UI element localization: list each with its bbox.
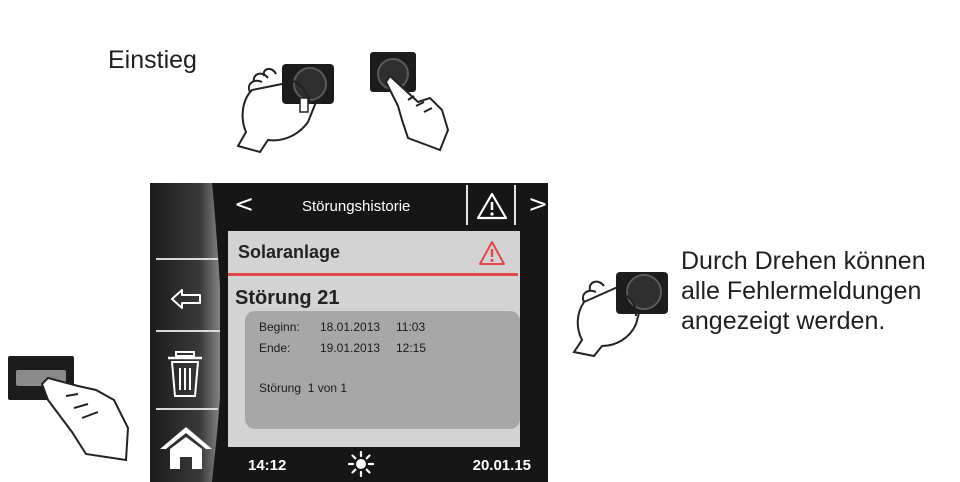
begin-time: 11:03 — [396, 320, 426, 334]
hand-rotating-knob-icon — [572, 272, 668, 358]
hint-line-1: Durch Drehen können — [681, 247, 926, 275]
status-bar: 14:12 20.01.15 — [220, 447, 548, 482]
prev-page-button[interactable]: < — [234, 190, 254, 218]
entry-caption: Einstieg — [108, 46, 197, 74]
hint-line-3: angezeigt werden. — [681, 307, 886, 335]
end-date: 19.01.2013 — [320, 341, 381, 355]
device-screen: < Störungshistorie > Solaranlage Störung… — [150, 183, 548, 482]
content-panel: Solaranlage Störung 21 Beginn: 18.01.2013… — [228, 231, 520, 447]
end-row: Ende: 19.01.2013 12:15 — [259, 341, 426, 355]
title-divider — [514, 185, 516, 225]
sun-icon — [348, 451, 374, 477]
hand-turning-knob-icon — [236, 64, 334, 154]
hint-line-2: alle Fehlermeldungen — [681, 277, 922, 305]
error-detail-box[interactable]: Beginn: 18.01.2013 11:03 Ende: 19.01.2013 12… — [245, 311, 520, 429]
trash-icon[interactable] — [150, 348, 220, 400]
hint-caption: Durch Drehen können alle Fehlermeldungen… — [681, 246, 926, 336]
begin-label: Beginn: — [259, 320, 300, 334]
title-divider — [466, 185, 468, 225]
home-icon[interactable] — [150, 423, 220, 473]
error-count: Störung 1 von 1 — [259, 381, 348, 395]
category-title: Solaranlage — [238, 242, 341, 262]
begin-date: 18.01.2013 — [320, 320, 381, 334]
title-bar: < Störungshistorie > — [220, 183, 548, 229]
begin-row: Beginn: 18.01.2013 11:03 — [259, 320, 425, 334]
end-label: Ende: — [259, 341, 291, 355]
status-time: 14:12 — [248, 457, 287, 474]
end-time: 12:15 — [396, 341, 427, 355]
error-title: Störung 21 — [235, 287, 340, 309]
finger-pressing-button-icon — [8, 356, 130, 462]
alert-warning-icon — [479, 241, 505, 265]
warning-icon[interactable] — [476, 192, 508, 220]
status-date: 20.01.15 — [472, 457, 531, 474]
back-arrow-icon[interactable] — [150, 279, 220, 319]
next-page-button[interactable]: > — [528, 190, 548, 218]
alert-divider — [228, 273, 518, 276]
finger-pressing-knob-icon — [370, 52, 450, 152]
screen-title: Störungshistorie — [302, 198, 411, 215]
